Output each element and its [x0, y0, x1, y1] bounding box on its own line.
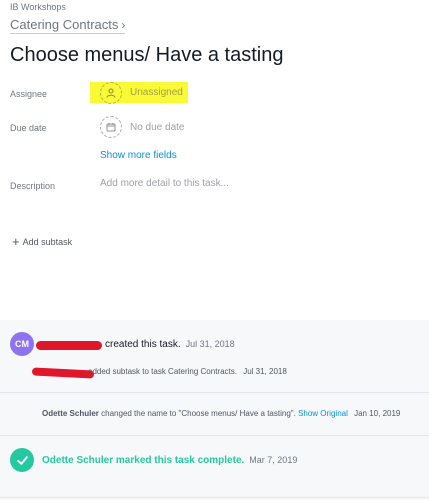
add-subtask-label: Add subtask	[22, 236, 73, 247]
due-date-label: Due date	[10, 123, 47, 133]
activity-created-date: Jul 31, 2018	[185, 339, 235, 349]
divider	[0, 497, 429, 498]
check-icon	[10, 448, 34, 472]
activity-feed: CM created this task. Jul 31, 2018 added…	[0, 320, 429, 500]
description-label: Description	[10, 181, 56, 191]
due-date-field[interactable]: No due date	[100, 116, 185, 138]
show-original-link[interactable]: Show Original	[298, 409, 348, 418]
activity-complete-date: Mar 7, 2019	[249, 455, 298, 465]
redaction-mark	[36, 341, 102, 350]
add-subtask-button[interactable]: + Add subtask	[12, 234, 72, 249]
activity-created: created this task. Jul 31, 2018	[105, 339, 235, 350]
assignee-field[interactable]: Unassigned	[90, 81, 188, 104]
divider	[0, 392, 429, 393]
activity-rename-user[interactable]: Odette Schuler	[42, 409, 99, 418]
description-input[interactable]: Add more detail to this task...	[100, 178, 229, 189]
activity-rename-date: Jan 10, 2019	[354, 409, 401, 418]
avatar-initials: CM	[15, 339, 29, 349]
assignee-value: Unassigned	[130, 87, 183, 98]
divider	[0, 435, 429, 436]
show-more-fields-link[interactable]: Show more fields	[100, 150, 177, 161]
breadcrumb[interactable]: Catering Contracts ›	[10, 17, 126, 34]
activity-complete-text: Odette Schuler marked this task complete…	[42, 455, 245, 466]
chevron-right-icon: ›	[121, 17, 126, 32]
activity-subtask-date: Jul 31, 2018	[243, 367, 287, 376]
plus-icon: +	[12, 234, 20, 249]
calendar-icon	[100, 116, 122, 138]
person-icon	[100, 81, 122, 104]
task-title[interactable]: Choose menus/ Have a tasting	[10, 44, 284, 67]
activity-complete: Odette Schuler marked this task complete…	[42, 455, 297, 466]
assignee-label: Assignee	[10, 89, 48, 99]
avatar[interactable]: CM	[10, 332, 34, 356]
activity-subtask-text: added subtask to task Catering Contracts…	[88, 367, 237, 376]
activity-created-text: created this task.	[105, 339, 181, 350]
activity-rename-text: changed the name to "Choose menus/ Have …	[101, 409, 296, 418]
breadcrumb-label: Catering Contracts	[10, 17, 119, 32]
project-name[interactable]: IB Workshops	[10, 2, 66, 12]
activity-subtask: added subtask to task Catering Contracts…	[88, 367, 287, 376]
redaction-mark	[31, 367, 95, 379]
activity-rename: Odette Schuler changed the name to "Choo…	[42, 409, 400, 418]
due-date-value: No due date	[130, 121, 185, 133]
